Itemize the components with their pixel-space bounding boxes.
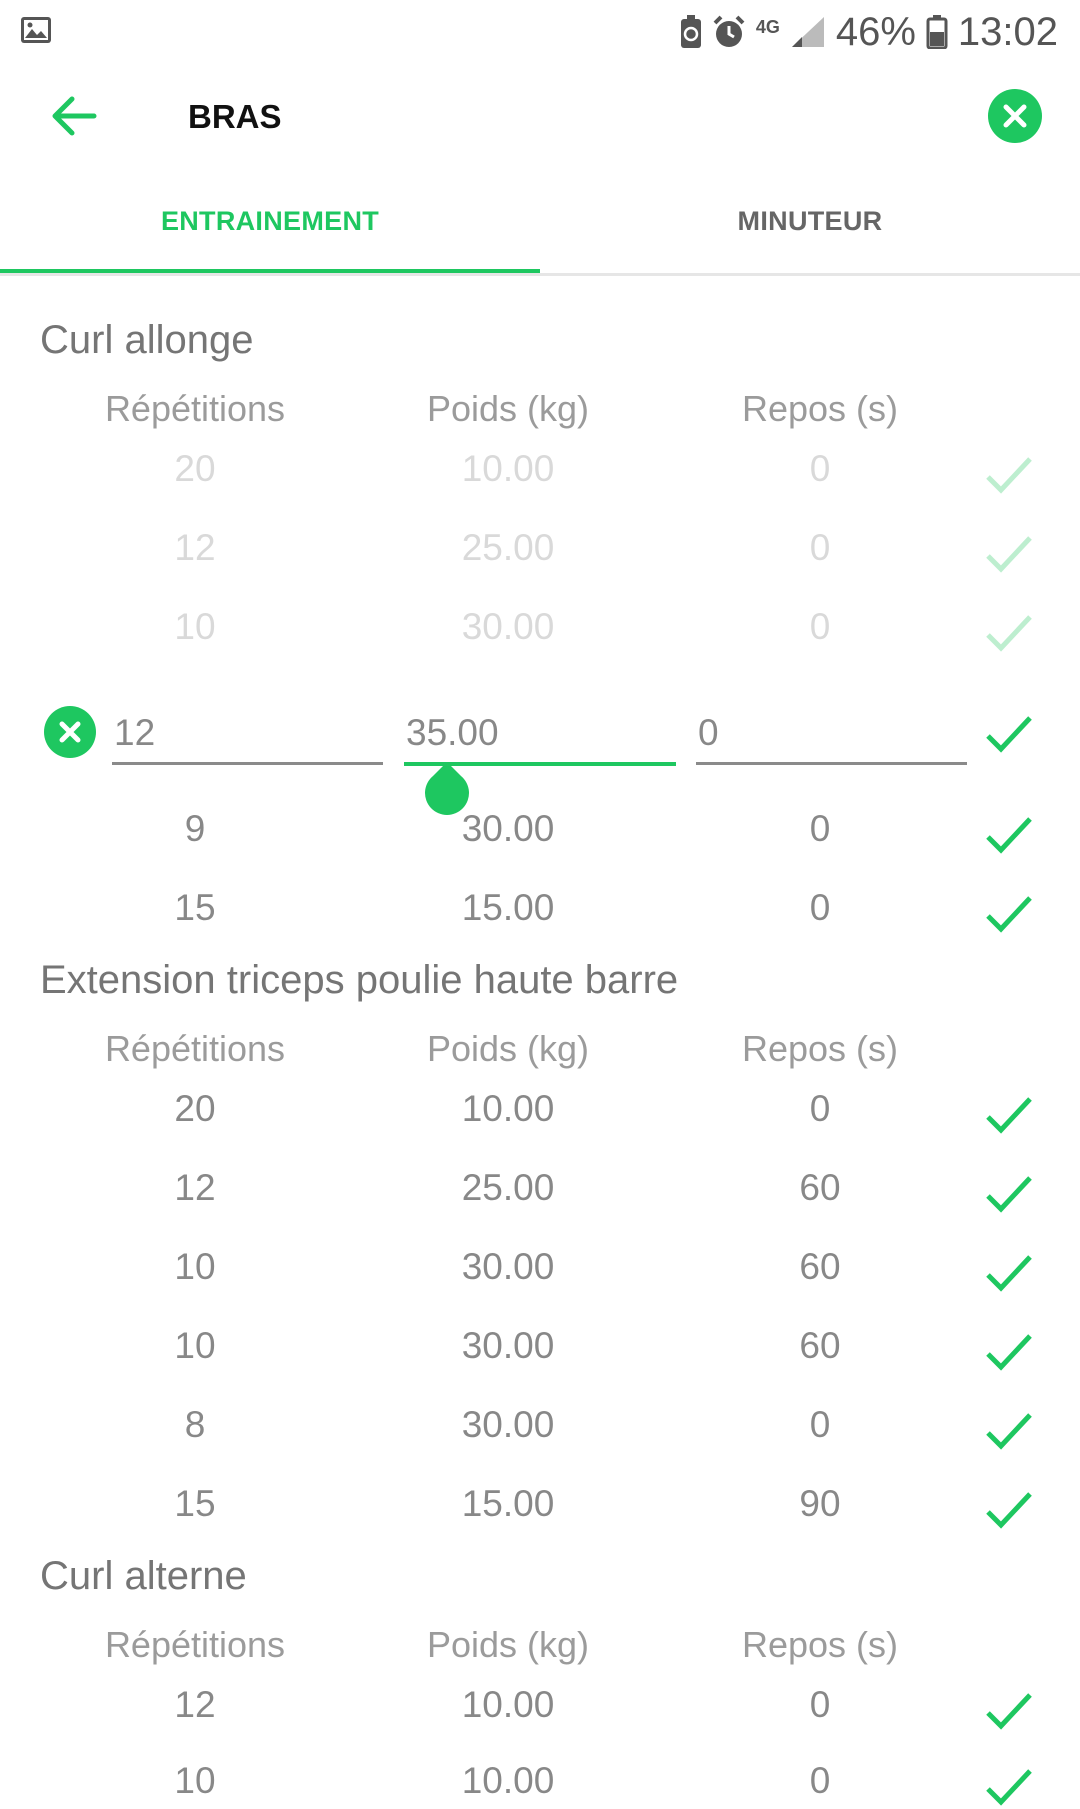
reps-input[interactable]: 12 [112, 712, 383, 765]
exercise-title: Extension triceps poulie haute barre [40, 958, 679, 1002]
set-rest: 60 [799, 1167, 841, 1208]
app-bar: BRAS [0, 64, 1080, 169]
check-icon[interactable] [984, 453, 1034, 497]
set-weight: 10.00 [461, 1088, 555, 1129]
page-title: BRAS [188, 98, 282, 135]
set-rest: 0 [809, 1088, 831, 1129]
back-arrow-icon[interactable] [48, 90, 100, 142]
weight-input[interactable]: 35.00 [404, 712, 676, 766]
signal-icon [791, 17, 824, 47]
set-rest: 0 [809, 527, 831, 568]
set-rest: 60 [799, 1246, 841, 1287]
header-weight: Poids (kg) [426, 388, 590, 429]
set-reps: 10 [174, 1325, 216, 1366]
set-weight: 30.00 [461, 1246, 555, 1287]
gallery-icon [21, 17, 51, 43]
close-icon [59, 721, 81, 743]
set-reps: 15 [174, 1483, 216, 1524]
set-rest: 0 [809, 1404, 831, 1445]
header-weight: Poids (kg) [426, 1028, 590, 1069]
tab-indicator [0, 269, 540, 273]
set-weight: 30.00 [461, 606, 555, 647]
check-icon[interactable] [984, 1488, 1034, 1532]
set-reps: 10 [174, 1246, 216, 1287]
close-icon [1003, 104, 1027, 128]
header-reps: Répétitions [104, 1028, 286, 1069]
set-weight: 10.00 [461, 1760, 555, 1801]
set-weight: 30.00 [461, 808, 555, 849]
check-icon[interactable] [984, 1765, 1034, 1809]
status-bar: 4G 46% 13:02 [0, 0, 1080, 64]
check-icon[interactable] [984, 611, 1034, 655]
set-weight: 15.00 [461, 887, 555, 928]
set-weight: 10.00 [461, 448, 555, 489]
header-reps: Répétitions [104, 1624, 286, 1665]
set-rest: 0 [809, 448, 831, 489]
header-weight: Poids (kg) [426, 1624, 590, 1665]
set-reps: 20 [174, 448, 216, 489]
tab-minuteur[interactable]: MINUTEUR [540, 169, 1080, 273]
set-weight: 30.00 [461, 1404, 555, 1445]
tab-bar: ENTRAINEMENT MINUTEUR [0, 169, 1080, 276]
header-rest: Repos (s) [741, 1028, 899, 1069]
close-button[interactable] [988, 89, 1042, 143]
set-weight: 30.00 [461, 1325, 555, 1366]
check-icon[interactable] [984, 1093, 1034, 1137]
set-weight: 15.00 [461, 1483, 555, 1524]
check-icon[interactable] [984, 1172, 1034, 1216]
set-weight: 25.00 [461, 1167, 555, 1208]
set-rest: 0 [809, 1684, 831, 1725]
battery-saver-icon [680, 15, 701, 48]
set-reps: 15 [174, 887, 216, 928]
network-type: 4G [755, 17, 780, 37]
set-reps: 20 [174, 1088, 216, 1129]
set-rest: 60 [799, 1325, 841, 1366]
check-icon[interactable] [984, 1689, 1034, 1733]
set-weight: 25.00 [461, 527, 555, 568]
header-rest: Repos (s) [741, 1624, 899, 1665]
check-icon[interactable] [984, 1251, 1034, 1295]
header-rest: Repos (s) [741, 388, 899, 429]
delete-set-button[interactable] [44, 706, 96, 758]
set-reps: 9 [184, 808, 206, 849]
check-icon[interactable] [984, 813, 1034, 857]
set-reps: 10 [174, 1760, 216, 1801]
battery-icon [926, 15, 948, 49]
check-icon[interactable] [984, 1330, 1034, 1374]
set-reps: 12 [174, 527, 216, 568]
set-rest: 0 [809, 1760, 831, 1801]
check-icon[interactable] [984, 1409, 1034, 1453]
set-rest: 90 [799, 1483, 841, 1524]
set-reps: 10 [174, 606, 216, 647]
header-reps: Répétitions [104, 388, 286, 429]
set-rest: 0 [809, 606, 831, 647]
check-icon[interactable] [984, 712, 1034, 756]
tab-entrainement[interactable]: ENTRAINEMENT [0, 169, 540, 273]
exercise-title: Curl alterne [40, 1554, 247, 1598]
rest-input[interactable]: 0 [696, 712, 967, 765]
set-rest: 0 [809, 808, 831, 849]
check-icon[interactable] [984, 892, 1034, 936]
exercise-title: Curl allonge [40, 318, 254, 362]
set-rest: 0 [809, 887, 831, 928]
set-reps: 12 [174, 1167, 216, 1208]
alarm-icon [713, 15, 745, 47]
check-icon[interactable] [984, 532, 1034, 576]
set-reps: 12 [174, 1684, 216, 1725]
battery-percent: 46% [835, 9, 916, 54]
set-reps: 8 [184, 1404, 206, 1445]
set-weight: 10.00 [461, 1684, 555, 1725]
clock: 13:02 [957, 9, 1058, 54]
